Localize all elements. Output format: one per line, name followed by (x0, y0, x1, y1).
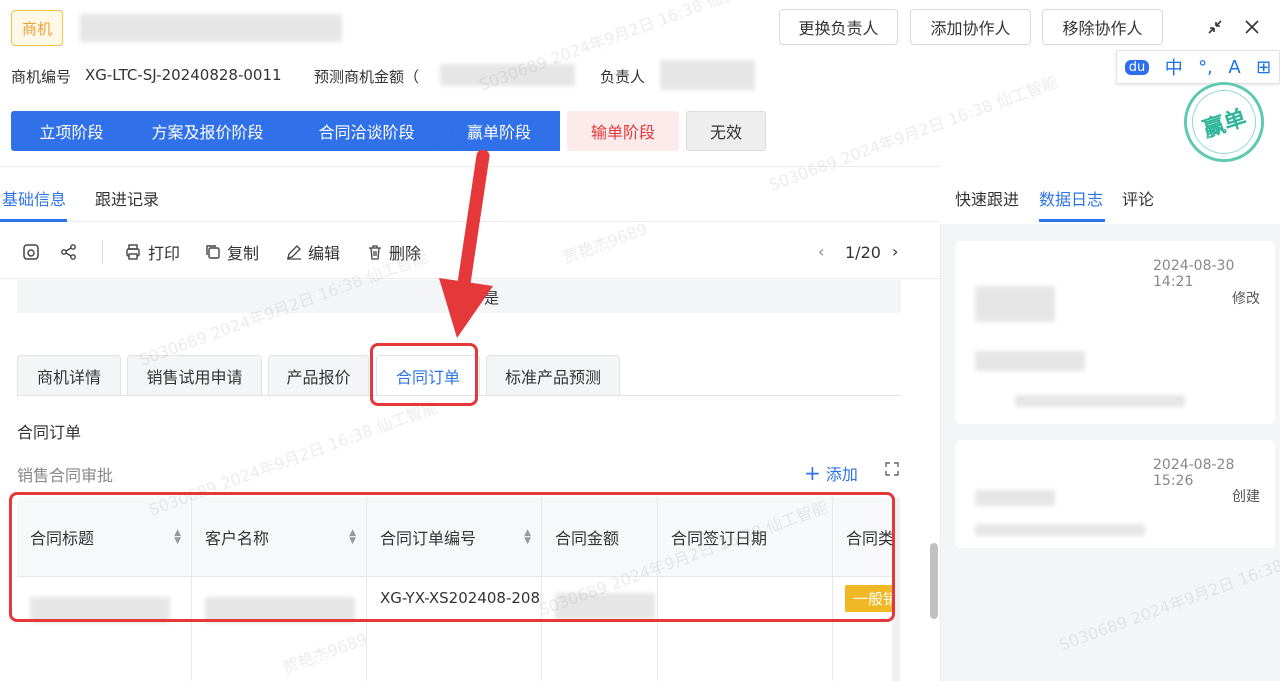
print-button[interactable]: 打印 (124, 242, 181, 263)
stage-contract-negotiation[interactable]: 合同洽谈阶段 (284, 111, 449, 151)
change-owner-button[interactable]: 更换负责人 (779, 9, 898, 45)
owner-value-blurred (660, 60, 755, 90)
forecast-amount-label: 预测商机金额（ (314, 68, 420, 86)
edit-button[interactable]: 编辑 (286, 242, 341, 263)
delete-label: 删除 (389, 244, 422, 263)
stage-lose[interactable]: 输单阶段 (567, 111, 679, 151)
win-stamp-label: 赢单 (1199, 105, 1250, 144)
log-user-blurred (975, 490, 1055, 506)
opportunity-code-value: XG-LTC-SJ-20240828-0011 (85, 66, 282, 84)
collapse-icon[interactable] (1202, 14, 1228, 40)
subtab-standard-product-forecast[interactable]: 标准产品预测 (486, 355, 620, 395)
add-collaborator-button[interactable]: 添加协作人 (910, 9, 1031, 45)
copy-label: 复制 (227, 244, 260, 263)
ime-chinese-toggle[interactable]: 中 (1165, 54, 1183, 80)
right-active-tab-indicator (1039, 219, 1105, 222)
add-contract-button[interactable]: + 添加 (804, 461, 858, 485)
plus-icon: + (804, 461, 821, 485)
stage-win[interactable]: 赢单阶段 (438, 111, 560, 151)
add-label: 添加 (825, 465, 858, 484)
watermark: 贾艳杰9689 (559, 219, 650, 268)
page-indicator: 1/20 (845, 243, 881, 262)
opportunity-title-blurred (80, 14, 342, 42)
opportunity-code-label: 商机编号 (11, 68, 72, 86)
highlight-contract-table (9, 492, 895, 622)
print-label: 打印 (148, 244, 181, 263)
trash-icon (369, 245, 381, 260)
subtab-opportunity-details[interactable]: 商机详情 (17, 355, 121, 395)
stage-initiation[interactable]: 立项阶段 (11, 111, 132, 151)
delete-button[interactable]: 删除 (367, 242, 422, 263)
ime-grid-icon[interactable]: ⊞ (1256, 57, 1271, 78)
follow-icon[interactable] (22, 242, 40, 262)
log-action: 创建 (1232, 489, 1260, 505)
highlight-contract-orders-tab (370, 343, 478, 406)
log-detail-blurred (975, 351, 1085, 371)
ime-font-icon[interactable]: A (1228, 57, 1240, 78)
tab-data-log[interactable]: 数据日志 (1039, 186, 1103, 210)
fullscreen-icon[interactable] (885, 462, 899, 480)
copy-button[interactable]: 复制 (205, 242, 260, 263)
log-time: 2024-08-28 15:26 (1153, 457, 1235, 489)
log-time: 2024-08-30 14:21 (1153, 258, 1235, 290)
stage-invalid[interactable]: 无效 (686, 111, 766, 151)
printer-icon (126, 244, 140, 260)
log-detail-blurred (1015, 395, 1185, 407)
edit-label: 编辑 (308, 244, 341, 263)
annotation-arrow (439, 150, 493, 338)
pencil-icon (287, 245, 301, 260)
ime-logo-icon[interactable]: du (1124, 59, 1150, 75)
log-action: 修改 (1232, 291, 1260, 307)
tab-comments[interactable]: 评论 (1122, 186, 1154, 210)
log-entry[interactable]: 2024-08-30 14:21 修改 (955, 241, 1275, 424)
section-subtitle: 销售合同审批 (17, 466, 114, 485)
stage-proposal-quote[interactable]: 方案及报价阶段 (120, 111, 295, 151)
section-title: 合同订单 (17, 423, 82, 442)
toolbar-divider (102, 240, 103, 264)
subtab-product-quote[interactable]: 产品报价 (268, 355, 369, 395)
tab-follow-up-records[interactable]: 跟进记录 (95, 186, 159, 210)
tab-quick-follow-up[interactable]: 快速跟进 (955, 186, 1019, 210)
log-entry[interactable]: 2024-08-28 15:26 创建 (955, 440, 1275, 548)
next-page-icon[interactable]: › (892, 242, 898, 261)
forecast-amount-blurred (440, 64, 575, 86)
panel-scrollbar-thumb[interactable] (930, 543, 938, 619)
subtab-sales-trial[interactable]: 销售试用申请 (127, 355, 262, 395)
copy-icon (206, 245, 220, 259)
close-icon[interactable] (1239, 14, 1265, 40)
ime-punctuation-icon[interactable]: °, (1198, 57, 1213, 78)
log-user-blurred (975, 286, 1055, 322)
ime-toolbar[interactable]: du 中 °, A ⊞ (1116, 50, 1280, 84)
active-tab-indicator (0, 219, 67, 222)
prev-page-icon[interactable]: ‹ (818, 242, 824, 261)
remove-collaborator-button[interactable]: 移除协作人 (1042, 9, 1163, 45)
win-stamp: 赢单 (1173, 71, 1275, 173)
tab-basic-info[interactable]: 基础信息 (2, 186, 66, 210)
opportunity-tag: 商机 (11, 10, 63, 46)
log-detail-blurred (975, 524, 1145, 536)
owner-label: 负责人 (600, 68, 646, 86)
share-icon[interactable] (60, 242, 78, 262)
